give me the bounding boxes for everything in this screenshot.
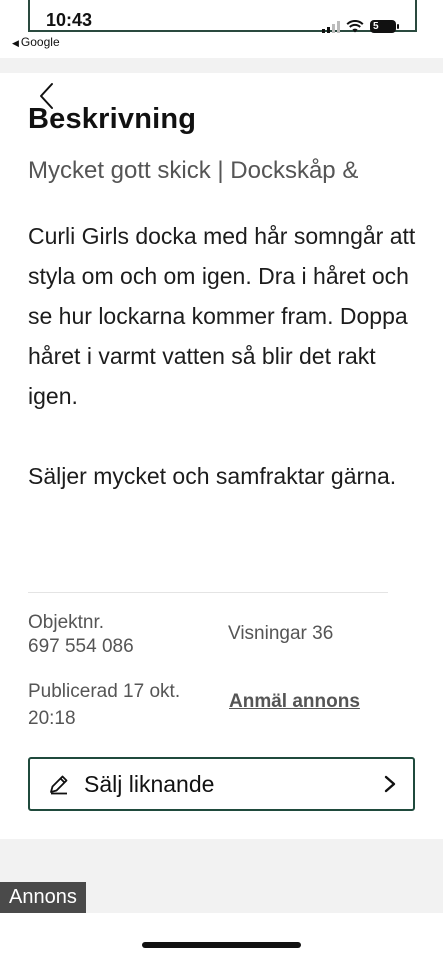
report-ad-link[interactable]: Anmäl annons: [229, 691, 360, 713]
status-bar: 10:43 5 ◀ Google: [0, 0, 443, 58]
battery-icon: 5: [370, 20, 399, 33]
status-icons: 5: [322, 20, 399, 33]
object-number-value: 697 554 086: [28, 636, 134, 657]
back-app-label: Google: [20, 35, 60, 49]
ad-content[interactable]: [0, 913, 443, 960]
condition-category-subtitle: Mycket gott skick | Dockskåp &: [28, 157, 359, 184]
wifi-icon: [346, 20, 364, 33]
divider: [28, 592, 388, 593]
back-to-app-link[interactable]: ◀ Google: [12, 35, 60, 49]
sell-similar-button[interactable]: Sälj liknande: [28, 757, 415, 811]
signal-icon: [322, 21, 340, 33]
published-date: Publicerad 17 okt. 20:18: [28, 681, 181, 729]
object-number-label: Objektnr.: [28, 612, 105, 633]
description-paragraph: Säljer mycket och samfraktar gärna.: [28, 463, 397, 489]
chevron-right-icon: [384, 775, 396, 793]
description-paragraph: Curli Girls docka med hår somngår att st…: [28, 223, 416, 409]
home-indicator[interactable]: [142, 942, 301, 948]
pencil-icon: [50, 775, 68, 795]
ad-badge: Annons: [0, 882, 86, 913]
back-triangle-icon: ◀: [12, 38, 19, 48]
section-heading: Beskrivning: [28, 103, 197, 135]
description-text: Curli Girls docka med hår somngår att st…: [28, 216, 418, 496]
views-count: Visningar 36: [228, 623, 334, 644]
sell-similar-label: Sälj liknande: [84, 770, 215, 797]
status-time: 10:43: [46, 10, 93, 30]
